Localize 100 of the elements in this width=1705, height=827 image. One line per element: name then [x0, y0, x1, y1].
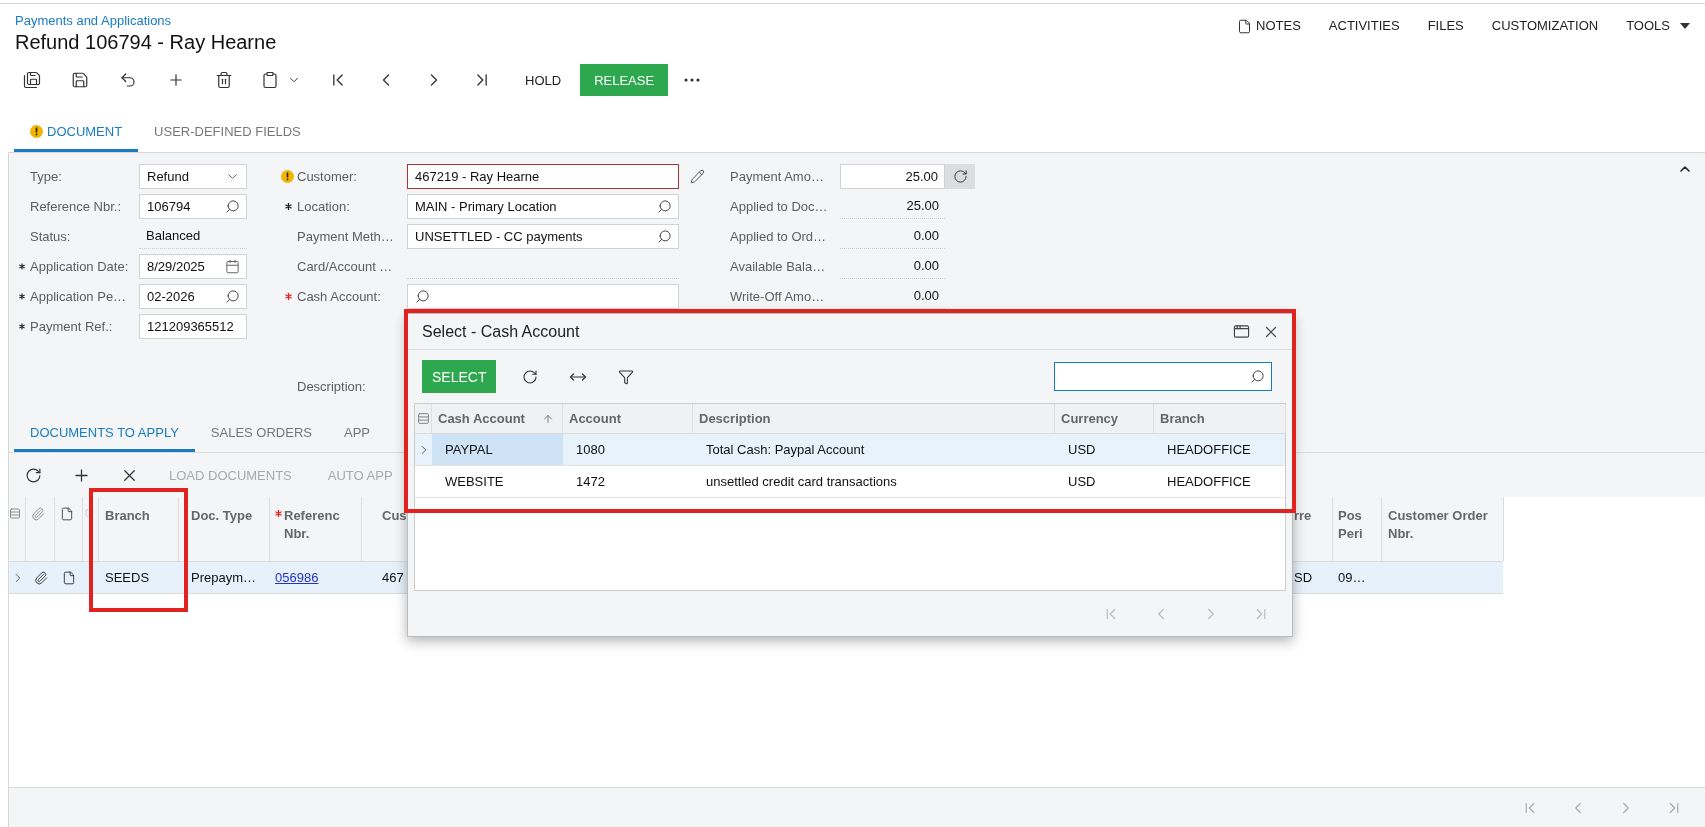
input-field[interactable]	[407, 283, 679, 309]
caret-icon	[1680, 23, 1690, 29]
input-field[interactable]: Refund	[139, 163, 247, 189]
field-label: Application Date:	[30, 258, 130, 274]
field-label: Payment Amo…	[730, 168, 825, 184]
action-button[interactable]: HOLD	[511, 64, 576, 96]
refresh-icon	[24, 466, 42, 484]
header-link[interactable]: ACTIVITIES	[1328, 18, 1400, 34]
field-label: Cash Account:	[297, 288, 382, 304]
column-header[interactable]: Description	[699, 411, 771, 426]
table-cell: SD	[1294, 570, 1313, 585]
input-field[interactable]: 8/29/2025	[139, 253, 247, 279]
filter-icon	[618, 368, 635, 385]
column-header[interactable]: Cus	[382, 507, 407, 525]
search-icon	[657, 198, 672, 214]
field-label: Payment Ref.:	[30, 318, 114, 334]
paperclip-icon	[33, 570, 48, 585]
document-icon	[59, 507, 74, 521]
breadcrumb-link[interactable]: Payments and Applications	[15, 13, 172, 29]
checkbox-icon	[85, 507, 94, 519]
plus-icon	[167, 71, 185, 89]
table-cell: SEEDS	[105, 570, 150, 585]
field-label: Card/Account …	[297, 258, 394, 274]
table-cell: Prepaym…	[191, 570, 257, 585]
search-icon	[1250, 369, 1265, 384]
refresh-icon	[952, 168, 968, 184]
column-header[interactable]: Account	[569, 411, 621, 426]
input-field[interactable]: UNSETTLED - CC payments	[407, 223, 679, 249]
floppy-icon	[71, 71, 89, 89]
search-field[interactable]	[1054, 362, 1272, 391]
paperclip-icon	[31, 507, 45, 521]
field-label: Application Pe…	[30, 288, 128, 304]
tab[interactable]: APP	[328, 416, 386, 452]
field-value: 0.00	[840, 223, 945, 249]
window-icon	[1233, 323, 1250, 340]
tab[interactable]: USER-DEFINED FIELDS	[138, 114, 317, 152]
field-value: 25.00	[840, 193, 945, 219]
header-link[interactable]: CUSTOMIZATION	[1491, 18, 1599, 34]
column-header[interactable]: Doc. Type	[191, 507, 253, 525]
table-cell: 467	[382, 570, 404, 585]
cell-link[interactable]: 056986	[275, 570, 319, 585]
search-icon	[225, 288, 240, 304]
search-icon	[657, 228, 672, 244]
table-cell: PAYPAL	[445, 442, 493, 457]
table-cell: USD	[1068, 474, 1096, 489]
column-header[interactable]: Branch	[105, 507, 150, 525]
table-row[interactable]: PAYPAL 1080 Total Cash: Paypal Account USD HEADOFFICE	[415, 434, 1285, 466]
input-field[interactable]: 467219 - Ray Hearne	[407, 163, 679, 189]
page-title: Refund 106794 - Ray Hearne	[15, 30, 277, 55]
document-icon	[1237, 18, 1253, 34]
field-value: 0.00	[840, 283, 945, 309]
field-label: Description:	[297, 378, 367, 394]
field-label: Payment Meth…	[297, 228, 395, 244]
header-link[interactable]: NOTES	[1237, 18, 1301, 34]
undo-icon	[119, 71, 137, 89]
field-value: Balanced	[139, 223, 247, 249]
column-header[interactable]: Referenc Nbr.	[284, 507, 357, 543]
calendar-icon	[225, 258, 240, 274]
input-field[interactable]: 121209365512	[139, 313, 247, 339]
table-cell: USD	[1068, 442, 1096, 457]
more-icon	[684, 78, 701, 82]
field-value: 0.00	[840, 253, 945, 279]
header-link[interactable]: FILES	[1427, 18, 1464, 34]
field-label: Applied to Ord…	[730, 228, 828, 244]
pencil-icon	[690, 168, 705, 184]
header-link[interactable]: TOOLS	[1626, 18, 1690, 34]
search-icon	[225, 198, 240, 214]
input-field[interactable]: MAIN - Primary Location	[407, 193, 679, 219]
table-cell: 09…	[1338, 570, 1366, 585]
column-header[interactable]: Customer Order Nbr.	[1388, 507, 1499, 543]
maximize-button[interactable]	[1233, 323, 1250, 340]
input-field[interactable]: 106794	[139, 193, 247, 219]
primary-button[interactable]: RELEASE	[580, 64, 669, 96]
rows-icon	[416, 412, 430, 425]
field-label: Reference Nbr.:	[30, 198, 123, 214]
table-cell: 1472	[576, 474, 605, 489]
tab[interactable]: SALES ORDERS	[194, 416, 328, 452]
column-header[interactable]: Branch	[1160, 411, 1205, 426]
select-button[interactable]: SELECT	[422, 360, 497, 393]
input-field[interactable]: 02-2026	[139, 283, 247, 309]
table-cell: WEBSITE	[445, 474, 504, 489]
column-header[interactable]: Currency	[1061, 411, 1119, 426]
rows-icon	[9, 507, 21, 520]
input-field[interactable]: 25.00	[840, 163, 945, 189]
column-header[interactable]: Cash Account	[438, 411, 525, 426]
field-label: Customer:	[297, 168, 358, 184]
field-label: Write-Off Amo…	[730, 288, 826, 304]
table-cell: Total Cash: Paypal Account	[706, 442, 865, 457]
field-label: Location:	[297, 198, 351, 214]
table-cell: unsettled credit card transactions	[706, 474, 897, 489]
refresh-icon	[522, 368, 539, 385]
column-header[interactable]: rre	[1294, 507, 1312, 525]
table-cell: HEADOFFICE	[1167, 442, 1251, 457]
document-icon	[62, 570, 76, 585]
dialog-title: Select - Cash Account	[422, 322, 580, 341]
trash-icon	[215, 71, 233, 89]
column-header[interactable]: Pos Peri	[1338, 507, 1377, 543]
refresh-button[interactable]	[945, 163, 975, 189]
field-label: Status:	[30, 228, 72, 244]
table-cell: HEADOFFICE	[1167, 474, 1251, 489]
